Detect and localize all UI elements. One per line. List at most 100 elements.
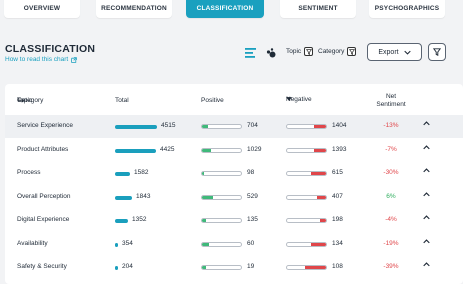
filter-icon: [433, 48, 441, 56]
topic-filter[interactable]: Topic: [286, 47, 314, 56]
negative-value: 198: [332, 216, 343, 223]
positive-bar-track: [201, 265, 242, 270]
page-title: CLASSIFICATION: [5, 43, 96, 55]
expand-row-button[interactable]: [423, 215, 430, 222]
positive-bar-track: [201, 171, 242, 176]
table-row[interactable]: Service Experience 4515 704 1404 -13%: [5, 115, 463, 138]
table-row[interactable]: Safety & Security 204 19 108 -39%: [5, 256, 463, 279]
total-bar: [115, 242, 118, 247]
negative-bar-track: [286, 147, 327, 153]
total-value: 1843: [136, 192, 151, 200]
column-header-total[interactable]: Total: [115, 97, 129, 104]
net-sentiment-value: -13%: [383, 122, 399, 129]
negative-bar: [310, 172, 326, 175]
expand-row-button[interactable]: [423, 238, 430, 246]
column-header-net-sentiment[interactable]: Net Sentiment: [371, 93, 411, 109]
how-to-read-label: How to read this chart: [5, 56, 69, 63]
negative-bar: [313, 125, 326, 128]
total-value: 4515: [161, 122, 176, 129]
total-bar: [115, 219, 128, 223]
positive-value: 19: [247, 263, 255, 270]
column-header-category[interactable]: Category Topic: [17, 97, 43, 104]
chevron-down-icon: [403, 50, 411, 55]
external-link-icon: [71, 56, 78, 63]
tab-classification[interactable]: CLASSIFICATION: [186, 0, 264, 18]
category-filter[interactable]: Category: [318, 47, 357, 56]
category-filter-label: Category: [318, 48, 345, 55]
negative-bar-track: [286, 124, 327, 129]
tab-sentiment[interactable]: SENTIMENT: [280, 0, 356, 18]
net-sentiment-value: -4%: [385, 216, 397, 223]
expand-row-button[interactable]: [423, 121, 430, 128]
topic-filter-label: Topic: [286, 48, 302, 55]
positive-bar: [202, 125, 209, 128]
category-filter-icon: [347, 47, 357, 56]
net-sentiment-value: -30%: [383, 169, 399, 176]
row-category-name: Service Experience: [17, 122, 73, 129]
chevron-up-icon: [423, 121, 430, 126]
chevron-up-icon: [423, 168, 430, 173]
topic-header-label: Topic: [17, 96, 33, 104]
positive-value: 704: [247, 122, 258, 129]
row-category-name: Digital Experience: [17, 216, 70, 223]
negative-bar-track: [286, 241, 327, 247]
negative-header-label: Negative: [286, 95, 312, 103]
expand-row-button[interactable]: [423, 262, 430, 269]
expand-row-button[interactable]: [423, 168, 430, 175]
table-row[interactable]: Overall Perception 1843 529 407 6%: [5, 186, 463, 209]
table-row[interactable]: Availability 354 60 134 -19%: [5, 233, 463, 256]
net-sentiment-value: 6%: [386, 192, 396, 200]
table-row[interactable]: Process 1582 98 615 -30%: [5, 162, 463, 185]
export-button[interactable]: Export: [367, 43, 422, 61]
net-sentiment-value: -39%: [383, 263, 399, 270]
positive-value: 60: [247, 239, 255, 247]
total-value: 354: [122, 239, 133, 247]
positive-bar-track: [201, 194, 242, 200]
column-header-positive[interactable]: Positive: [201, 97, 224, 104]
bar-view-icon[interactable]: [245, 47, 257, 59]
total-bar: [115, 266, 118, 270]
total-bar: [115, 195, 132, 200]
positive-bar: [202, 195, 214, 199]
negative-value: 134: [332, 239, 343, 247]
negative-bar: [320, 219, 326, 222]
tab-bar: OVERVIEW RECOMMENDATION CLASSIFICATION S…: [0, 0, 463, 20]
expand-row-button[interactable]: [423, 144, 430, 152]
total-value: 1352: [132, 216, 147, 223]
table-row[interactable]: Digital Experience 1352 135 198 -4%: [5, 209, 463, 232]
table-row[interactable]: Product Attributes 4425 1029 1393 -7%: [5, 139, 463, 162]
negative-value: 1404: [332, 122, 347, 129]
positive-bar: [202, 148, 211, 152]
bubble-view-icon[interactable]: [265, 47, 277, 59]
chevron-up-icon: [423, 238, 430, 243]
tab-overview[interactable]: OVERVIEW: [4, 0, 80, 18]
net-header-line2: Sentiment: [376, 101, 406, 108]
row-category-name: Overall Perception: [17, 192, 71, 200]
tab-recommendation[interactable]: RECOMMENDATION: [96, 0, 172, 18]
negative-value: 1393: [332, 145, 347, 153]
tab-psychographics[interactable]: PSYCHOGRAPHICS: [369, 0, 445, 18]
positive-bar: [202, 266, 206, 269]
column-header-negative[interactable]: Negative: [286, 96, 312, 103]
positive-value: 135: [247, 216, 258, 223]
positive-value: 98: [247, 169, 255, 176]
positive-bar-track: [201, 124, 242, 129]
row-category-name: Process: [17, 169, 41, 176]
expand-row-button[interactable]: [423, 191, 430, 199]
positive-bar-track: [201, 241, 242, 247]
filter-button[interactable]: [428, 43, 446, 61]
negative-value: 615: [332, 169, 343, 176]
total-value: 204: [122, 263, 133, 270]
row-category-name: Product Attributes: [17, 145, 69, 153]
positive-bar: [202, 219, 206, 222]
positive-bar: [202, 172, 205, 175]
how-to-read-link[interactable]: How to read this chart: [5, 56, 78, 63]
row-category-name: Safety & Security: [17, 263, 67, 270]
negative-bar-track: [286, 171, 327, 176]
negative-bar: [311, 242, 326, 246]
chevron-up-icon: [423, 144, 430, 149]
negative-value: 407: [332, 192, 343, 200]
chevron-up-icon: [423, 215, 430, 220]
negative-bar-track: [286, 194, 327, 200]
chevron-up-icon: [423, 262, 430, 267]
